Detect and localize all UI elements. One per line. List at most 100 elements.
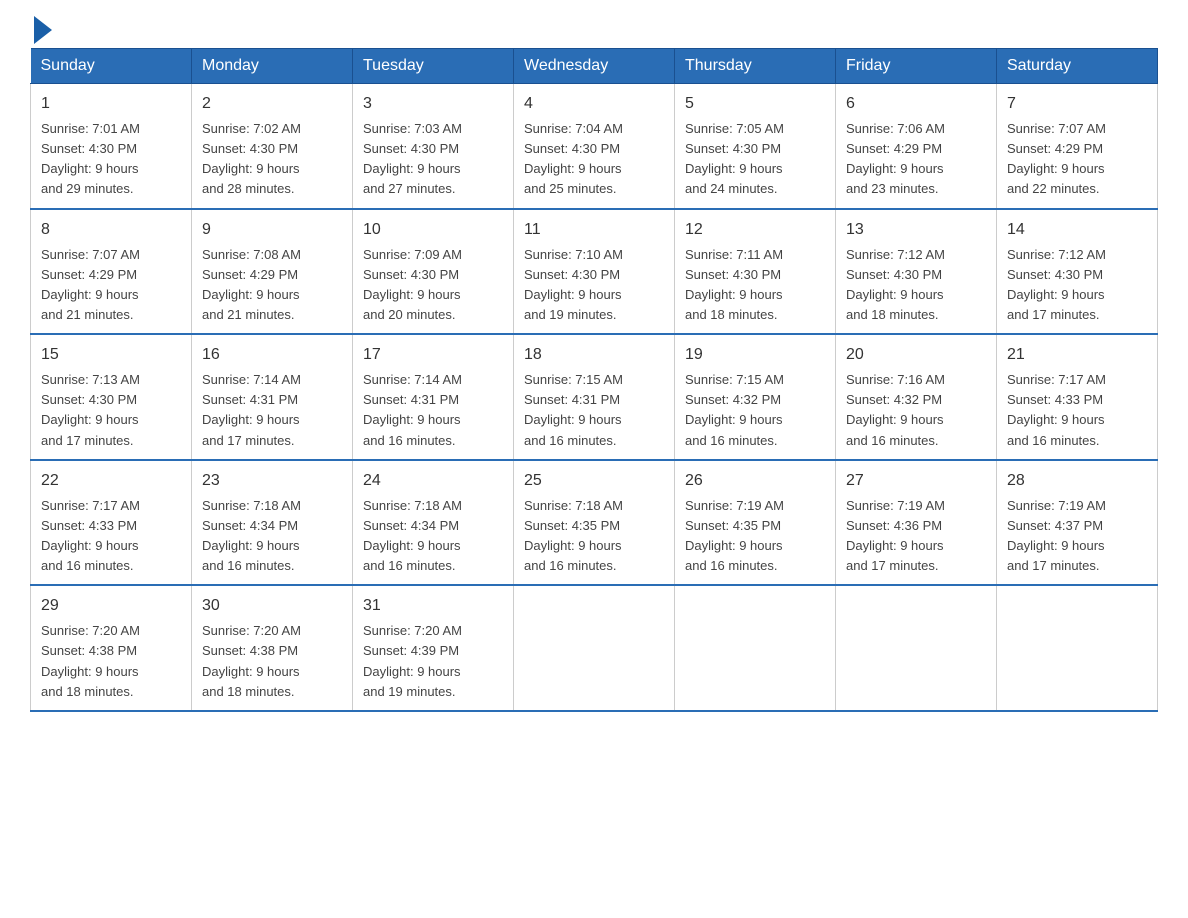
calendar-week-row: 1 Sunrise: 7:01 AMSunset: 4:30 PMDaylight… <box>31 84 1158 209</box>
day-info: Sunrise: 7:20 AMSunset: 4:38 PMDaylight:… <box>202 621 342 702</box>
calendar-day-cell: 15 Sunrise: 7:13 AMSunset: 4:30 PMDayligh… <box>31 334 192 460</box>
calendar-day-cell: 22 Sunrise: 7:17 AMSunset: 4:33 PMDayligh… <box>31 460 192 586</box>
day-number: 25 <box>524 469 664 493</box>
day-number: 18 <box>524 343 664 367</box>
weekday-header-sunday: Sunday <box>31 49 192 84</box>
calendar-week-row: 15 Sunrise: 7:13 AMSunset: 4:30 PMDayligh… <box>31 334 1158 460</box>
calendar-day-cell <box>997 585 1158 711</box>
day-info: Sunrise: 7:20 AMSunset: 4:38 PMDaylight:… <box>41 621 181 702</box>
day-number: 4 <box>524 92 664 116</box>
calendar-week-row: 8 Sunrise: 7:07 AMSunset: 4:29 PMDaylight… <box>31 209 1158 335</box>
calendar-day-cell: 27 Sunrise: 7:19 AMSunset: 4:36 PMDayligh… <box>836 460 997 586</box>
calendar-day-cell: 5 Sunrise: 7:05 AMSunset: 4:30 PMDaylight… <box>675 84 836 209</box>
day-number: 8 <box>41 218 181 242</box>
day-number: 12 <box>685 218 825 242</box>
calendar-day-cell: 17Sunrise: 7:14 AMSunset: 4:31 PMDayligh… <box>353 334 514 460</box>
day-info: Sunrise: 7:07 AMSunset: 4:29 PMDaylight:… <box>41 245 181 326</box>
logo <box>30 20 52 38</box>
calendar-day-cell: 13 Sunrise: 7:12 AMSunset: 4:30 PMDayligh… <box>836 209 997 335</box>
day-number: 7 <box>1007 92 1147 116</box>
day-info: Sunrise: 7:11 AMSunset: 4:30 PMDaylight:… <box>685 245 825 326</box>
day-number: 31 <box>363 594 503 618</box>
day-number: 9 <box>202 218 342 242</box>
calendar-day-cell: 16 Sunrise: 7:14 AMSunset: 4:31 PMDayligh… <box>192 334 353 460</box>
calendar-day-cell: 10 Sunrise: 7:09 AMSunset: 4:30 PMDayligh… <box>353 209 514 335</box>
calendar-day-cell <box>514 585 675 711</box>
calendar-day-cell: 20 Sunrise: 7:16 AMSunset: 4:32 PMDayligh… <box>836 334 997 460</box>
calendar-day-cell: 21 Sunrise: 7:17 AMSunset: 4:33 PMDayligh… <box>997 334 1158 460</box>
day-info: Sunrise: 7:03 AMSunset: 4:30 PMDaylight:… <box>363 119 503 200</box>
day-info: Sunrise: 7:14 AMSunset: 4:31 PMDaylight:… <box>202 370 342 451</box>
calendar-day-cell: 8 Sunrise: 7:07 AMSunset: 4:29 PMDaylight… <box>31 209 192 335</box>
calendar-day-cell: 29Sunrise: 7:20 AMSunset: 4:38 PMDayligh… <box>31 585 192 711</box>
day-info: Sunrise: 7:04 AMSunset: 4:30 PMDaylight:… <box>524 119 664 200</box>
calendar-day-cell: 11Sunrise: 7:10 AMSunset: 4:30 PMDayligh… <box>514 209 675 335</box>
calendar-day-cell: 28 Sunrise: 7:19 AMSunset: 4:37 PMDayligh… <box>997 460 1158 586</box>
calendar-day-cell: 31 Sunrise: 7:20 AMSunset: 4:39 PMDayligh… <box>353 585 514 711</box>
day-info: Sunrise: 7:18 AMSunset: 4:34 PMDaylight:… <box>363 496 503 577</box>
day-number: 28 <box>1007 469 1147 493</box>
weekday-header-row: SundayMondayTuesdayWednesdayThursdayFrid… <box>31 49 1158 84</box>
calendar-day-cell: 6Sunrise: 7:06 AMSunset: 4:29 PMDaylight… <box>836 84 997 209</box>
calendar-week-row: 22 Sunrise: 7:17 AMSunset: 4:33 PMDayligh… <box>31 460 1158 586</box>
day-number: 20 <box>846 343 986 367</box>
day-number: 15 <box>41 343 181 367</box>
day-info: Sunrise: 7:15 AMSunset: 4:32 PMDaylight:… <box>685 370 825 451</box>
day-number: 17 <box>363 343 503 367</box>
day-number: 19 <box>685 343 825 367</box>
calendar-day-cell: 26 Sunrise: 7:19 AMSunset: 4:35 PMDayligh… <box>675 460 836 586</box>
day-info: Sunrise: 7:08 AMSunset: 4:29 PMDaylight:… <box>202 245 342 326</box>
calendar-day-cell: 25 Sunrise: 7:18 AMSunset: 4:35 PMDayligh… <box>514 460 675 586</box>
calendar-day-cell: 2Sunrise: 7:02 AMSunset: 4:30 PMDaylight… <box>192 84 353 209</box>
day-info: Sunrise: 7:16 AMSunset: 4:32 PMDaylight:… <box>846 370 986 451</box>
calendar-day-cell: 24 Sunrise: 7:18 AMSunset: 4:34 PMDayligh… <box>353 460 514 586</box>
day-info: Sunrise: 7:20 AMSunset: 4:39 PMDaylight:… <box>363 621 503 702</box>
calendar-day-cell: 18Sunrise: 7:15 AMSunset: 4:31 PMDayligh… <box>514 334 675 460</box>
calendar-table: SundayMondayTuesdayWednesdayThursdayFrid… <box>30 48 1158 712</box>
weekday-header-wednesday: Wednesday <box>514 49 675 84</box>
day-info: Sunrise: 7:13 AMSunset: 4:30 PMDaylight:… <box>41 370 181 451</box>
day-number: 1 <box>41 92 181 116</box>
day-info: Sunrise: 7:09 AMSunset: 4:30 PMDaylight:… <box>363 245 503 326</box>
day-info: Sunrise: 7:18 AMSunset: 4:34 PMDaylight:… <box>202 496 342 577</box>
day-info: Sunrise: 7:12 AMSunset: 4:30 PMDaylight:… <box>846 245 986 326</box>
calendar-day-cell: 14Sunrise: 7:12 AMSunset: 4:30 PMDayligh… <box>997 209 1158 335</box>
weekday-header-monday: Monday <box>192 49 353 84</box>
day-number: 24 <box>363 469 503 493</box>
day-info: Sunrise: 7:19 AMSunset: 4:37 PMDaylight:… <box>1007 496 1147 577</box>
weekday-header-thursday: Thursday <box>675 49 836 84</box>
calendar-day-cell: 1 Sunrise: 7:01 AMSunset: 4:30 PMDaylight… <box>31 84 192 209</box>
day-info: Sunrise: 7:10 AMSunset: 4:30 PMDaylight:… <box>524 245 664 326</box>
day-info: Sunrise: 7:07 AMSunset: 4:29 PMDaylight:… <box>1007 119 1147 200</box>
day-info: Sunrise: 7:19 AMSunset: 4:36 PMDaylight:… <box>846 496 986 577</box>
day-info: Sunrise: 7:19 AMSunset: 4:35 PMDaylight:… <box>685 496 825 577</box>
day-info: Sunrise: 7:17 AMSunset: 4:33 PMDaylight:… <box>41 496 181 577</box>
calendar-day-cell: 7 Sunrise: 7:07 AMSunset: 4:29 PMDaylight… <box>997 84 1158 209</box>
day-info: Sunrise: 7:17 AMSunset: 4:33 PMDaylight:… <box>1007 370 1147 451</box>
day-number: 16 <box>202 343 342 367</box>
calendar-day-cell: 12 Sunrise: 7:11 AMSunset: 4:30 PMDayligh… <box>675 209 836 335</box>
day-number: 26 <box>685 469 825 493</box>
day-number: 3 <box>363 92 503 116</box>
calendar-day-cell: 19 Sunrise: 7:15 AMSunset: 4:32 PMDayligh… <box>675 334 836 460</box>
calendar-day-cell <box>836 585 997 711</box>
logo-arrow-icon <box>34 16 52 44</box>
day-info: Sunrise: 7:01 AMSunset: 4:30 PMDaylight:… <box>41 119 181 200</box>
weekday-header-saturday: Saturday <box>997 49 1158 84</box>
weekday-header-friday: Friday <box>836 49 997 84</box>
day-number: 27 <box>846 469 986 493</box>
calendar-day-cell: 23Sunrise: 7:18 AMSunset: 4:34 PMDayligh… <box>192 460 353 586</box>
day-info: Sunrise: 7:18 AMSunset: 4:35 PMDaylight:… <box>524 496 664 577</box>
day-info: Sunrise: 7:06 AMSunset: 4:29 PMDaylight:… <box>846 119 986 200</box>
day-number: 30 <box>202 594 342 618</box>
day-number: 22 <box>41 469 181 493</box>
day-info: Sunrise: 7:02 AMSunset: 4:30 PMDaylight:… <box>202 119 342 200</box>
day-number: 5 <box>685 92 825 116</box>
calendar-day-cell <box>675 585 836 711</box>
weekday-header-tuesday: Tuesday <box>353 49 514 84</box>
day-number: 21 <box>1007 343 1147 367</box>
day-info: Sunrise: 7:05 AMSunset: 4:30 PMDaylight:… <box>685 119 825 200</box>
page-header <box>30 20 1158 38</box>
day-number: 10 <box>363 218 503 242</box>
day-number: 13 <box>846 218 986 242</box>
